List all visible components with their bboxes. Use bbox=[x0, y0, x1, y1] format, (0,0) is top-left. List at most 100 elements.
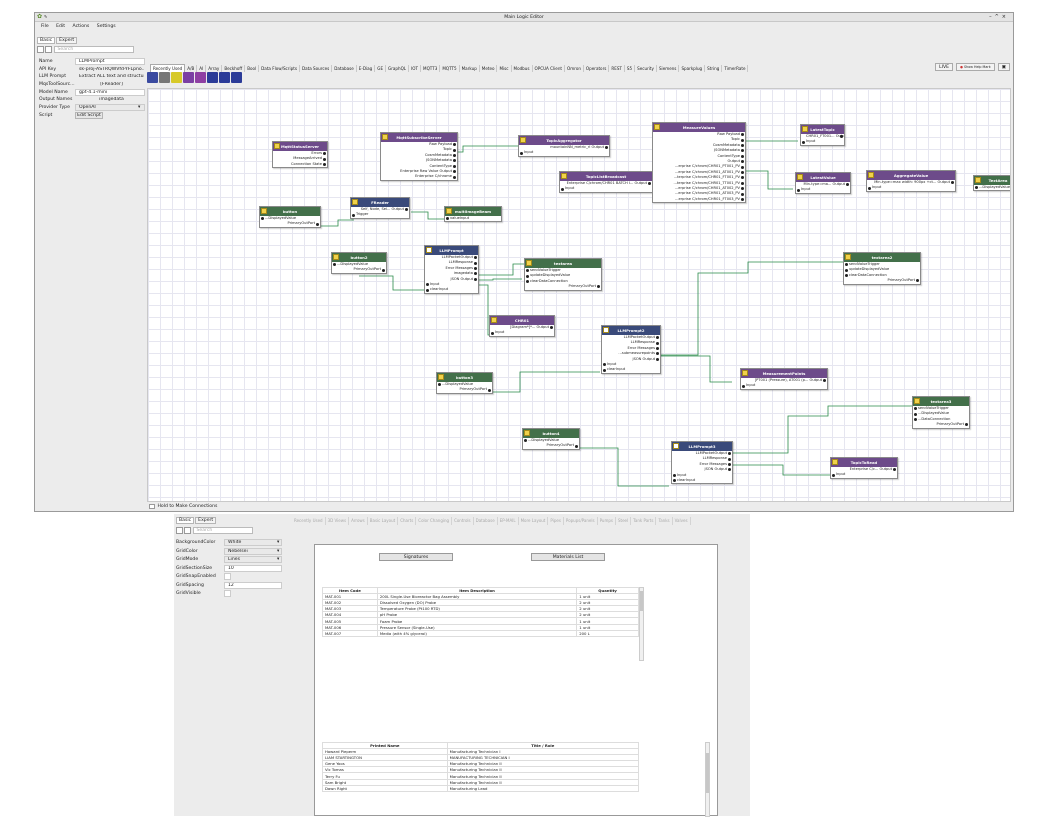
palette-tab[interactable]: IOT bbox=[409, 65, 422, 72]
node-port[interactable]: clearInput bbox=[672, 478, 732, 483]
node-port[interactable]: PrimaryOutPort bbox=[525, 284, 601, 289]
node-port[interactable]: PrimaryOutPort bbox=[332, 267, 386, 272]
logic-node[interactable]: AggregateValue Min-type=max width: 900px … bbox=[866, 170, 956, 192]
component-tab[interactable]: Database bbox=[474, 517, 498, 525]
aruco-icon[interactable] bbox=[171, 72, 182, 83]
port-dot[interactable] bbox=[453, 159, 456, 163]
port-dot[interactable] bbox=[605, 146, 608, 150]
port-dot[interactable] bbox=[453, 175, 456, 179]
port-dot[interactable] bbox=[741, 144, 744, 148]
logic-node[interactable]: LLMPrompt2 LLMPacketOutput LLMResponse Erro… bbox=[601, 325, 661, 374]
node-header[interactable]: button4 bbox=[523, 429, 579, 438]
node-port[interactable]: clearInput bbox=[602, 367, 660, 372]
logic-node[interactable]: FReader Self, Node, Sel... Output Trigger bbox=[350, 197, 410, 219]
port-dot[interactable] bbox=[316, 222, 319, 226]
node-header[interactable]: MqttSubscribeServer bbox=[381, 133, 457, 142]
palette-tab[interactable]: Beckhoff bbox=[222, 65, 246, 72]
port-dot[interactable] bbox=[742, 384, 745, 388]
port-dot[interactable] bbox=[741, 176, 744, 180]
prop-value[interactable]: 10 bbox=[224, 564, 282, 572]
port-dot[interactable] bbox=[741, 181, 744, 185]
port-dot[interactable] bbox=[728, 457, 731, 461]
palette-tab[interactable]: Data Flow/Scripts bbox=[259, 65, 300, 72]
palette-tab[interactable]: Security bbox=[635, 65, 657, 72]
tab-basic[interactable]: Basic bbox=[37, 37, 56, 44]
component-tab[interactable]: Steel bbox=[616, 517, 632, 525]
palette-tab[interactable]: Modbus bbox=[512, 65, 533, 72]
port-dot[interactable] bbox=[352, 213, 355, 217]
logic-node[interactable]: MeasurementPoints [PT001 (Pressure), AT00… bbox=[740, 368, 828, 390]
port-dot[interactable] bbox=[741, 154, 744, 158]
node-port[interactable]: Trigger bbox=[351, 212, 409, 217]
logic-node[interactable]: LatestValue Min-type=ma... Output Input bbox=[795, 172, 851, 194]
node-header[interactable]: LLMPrompt bbox=[425, 246, 478, 255]
component-tab[interactable]: Pumps bbox=[598, 517, 616, 525]
component-tab[interactable]: Color Changing bbox=[416, 517, 453, 525]
port-dot[interactable] bbox=[426, 283, 429, 287]
port-dot[interactable] bbox=[603, 363, 606, 367]
logic-node[interactable]: button ...DisplayedValue PrimaryOutPort bbox=[259, 206, 321, 228]
sort-icon[interactable] bbox=[176, 527, 183, 534]
palette-tab[interactable]: TimerRate bbox=[722, 65, 749, 72]
port-dot[interactable] bbox=[673, 479, 676, 483]
node-header[interactable]: multiImageBeam bbox=[445, 207, 501, 216]
gear-icon[interactable] bbox=[159, 72, 170, 83]
palette-tab[interactable]: Array bbox=[206, 65, 223, 72]
palette-tab[interactable]: Data Sources bbox=[300, 65, 333, 72]
port-dot[interactable] bbox=[728, 452, 731, 456]
tab-basic[interactable]: Basic bbox=[176, 517, 195, 524]
node-header[interactable]: CHR01 bbox=[490, 316, 554, 325]
line-chart-icon[interactable] bbox=[219, 72, 230, 83]
palette-tab[interactable]: REST bbox=[609, 65, 625, 72]
port-dot[interactable] bbox=[526, 274, 529, 278]
sort-icon[interactable] bbox=[37, 46, 44, 53]
prop-value[interactable]: 12 bbox=[224, 581, 282, 589]
palette-tab[interactable]: MQTT5 bbox=[440, 65, 460, 72]
palette-tab[interactable]: Siemens bbox=[657, 65, 680, 72]
group-icon[interactable] bbox=[184, 527, 191, 534]
port-dot[interactable] bbox=[597, 285, 600, 289]
logic-node[interactable]: LatestTopic CHR01_FT001... Output Input bbox=[800, 124, 845, 146]
port-dot[interactable] bbox=[520, 151, 523, 155]
logic-node[interactable]: MqttStatusServer Errors MessageArrived Conn… bbox=[272, 141, 328, 169]
port-dot[interactable] bbox=[965, 423, 968, 427]
port-dot[interactable] bbox=[832, 473, 835, 477]
port-dot[interactable] bbox=[656, 357, 659, 361]
port-dot[interactable] bbox=[741, 138, 744, 142]
port-dot[interactable] bbox=[728, 468, 731, 472]
maximize-icon[interactable]: ^ bbox=[995, 14, 1002, 20]
node-port[interactable]: Connection State bbox=[273, 162, 327, 167]
port-dot[interactable] bbox=[914, 407, 917, 411]
port-dot[interactable] bbox=[603, 368, 606, 372]
logic-node[interactable]: textarea sendValueTrigger updateDisplayedV… bbox=[524, 258, 602, 291]
list-icon[interactable] bbox=[195, 72, 206, 83]
prop-value[interactable]: Lines bbox=[224, 556, 282, 563]
node-header[interactable]: MeasureValues bbox=[653, 123, 745, 132]
logic-node[interactable]: LLMPrompt LLMPacketOutput LLMResponse Error… bbox=[424, 245, 479, 294]
node-port[interactable]: Input bbox=[796, 187, 850, 192]
port-dot[interactable] bbox=[656, 347, 659, 351]
palette-tab[interactable]: GraphQL bbox=[386, 65, 410, 72]
palette-tab[interactable]: Meteo bbox=[480, 65, 498, 72]
logic-node[interactable]: button4 ...DisplayedValue PrimaryOutPort bbox=[522, 428, 580, 450]
prop-value-api-key[interactable]: sk-proj-ASTRQWVfd-YFLpno... bbox=[75, 66, 145, 73]
palette-tab[interactable]: Sparkplug bbox=[679, 65, 706, 72]
node-port[interactable]: Enterprise C/chrome bbox=[381, 174, 457, 179]
help-mark-button[interactable]: ● Show Help Mark bbox=[956, 63, 995, 71]
prop-value-model-name[interactable]: gpt-4.1-mini bbox=[75, 88, 145, 96]
port-dot[interactable] bbox=[526, 280, 529, 284]
node-header[interactable]: textarea3 bbox=[913, 397, 969, 406]
port-dot[interactable] bbox=[656, 352, 659, 356]
port-dot[interactable] bbox=[741, 160, 744, 164]
component-tab[interactable]: Tank Parts bbox=[631, 517, 657, 525]
palette-tab[interactable]: AI bbox=[197, 65, 207, 72]
node-header[interactable]: button bbox=[260, 207, 320, 216]
logic-node[interactable]: LLMPrompt3 LLMPacketOutput LLMResponse Erro… bbox=[671, 441, 733, 485]
menu-edit[interactable]: Edit bbox=[56, 24, 65, 29]
port-dot[interactable] bbox=[741, 187, 744, 191]
logic-node[interactable]: MeasureValues Raw Payload Topic CosmMetadat… bbox=[652, 122, 746, 204]
table-row[interactable]: Dawn Right Manufacturing Lead bbox=[322, 784, 640, 792]
hmi-search-input[interactable]: Search bbox=[193, 527, 254, 534]
port-dot[interactable] bbox=[728, 463, 731, 467]
palette-tab[interactable]: Omron bbox=[565, 65, 584, 72]
